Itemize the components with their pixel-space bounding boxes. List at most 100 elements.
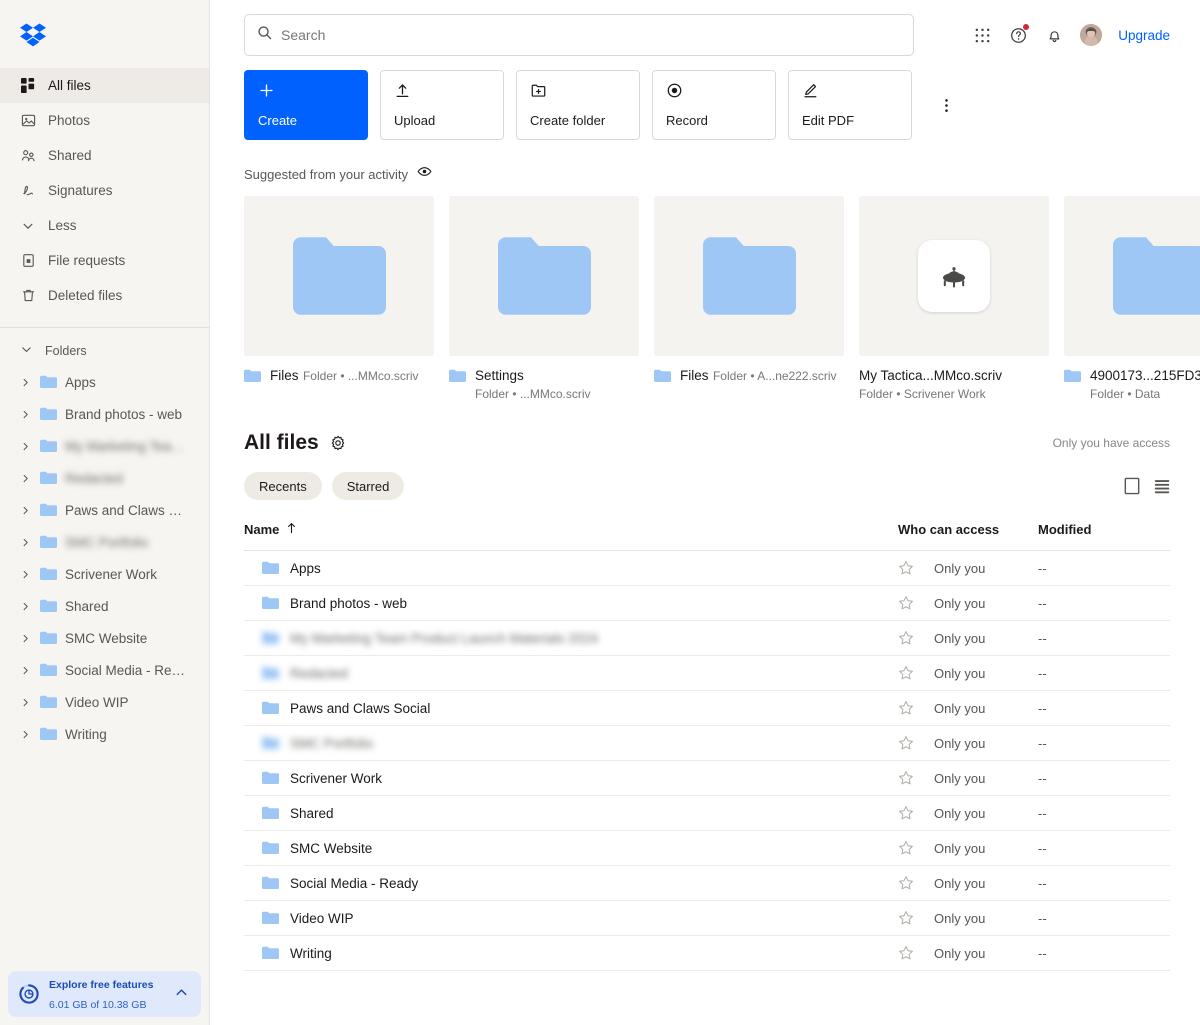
table-row[interactable]: Shared Only you -- — [244, 796, 1170, 831]
suggested-card[interactable]: Settings Folder • ...MMco.scriv — [449, 196, 639, 403]
star-icon[interactable] — [898, 700, 934, 716]
folders-group-header[interactable]: Folders — [0, 336, 209, 366]
sidebar-folder-writing[interactable]: Writing — [0, 718, 209, 750]
table-row[interactable]: Brand photos - web Only you -- — [244, 586, 1170, 621]
record-button[interactable]: Record — [652, 70, 776, 140]
dropbox-logo-icon[interactable] — [20, 21, 46, 47]
suggested-card[interactable]: 4900173...215FD38 Folder • Data — [1064, 196, 1200, 403]
column-header-access[interactable]: Who can access — [898, 522, 1038, 537]
star-icon[interactable] — [898, 630, 934, 646]
upgrade-link[interactable]: Upgrade — [1118, 28, 1170, 43]
chevron-right-icon[interactable] — [18, 569, 32, 580]
row-access-cell: Only you — [934, 630, 986, 646]
sidebar-folder-redacted-1[interactable]: My Marketing Team Product Launch — [0, 430, 209, 462]
sort-ascending-icon — [286, 522, 297, 537]
chevron-right-icon[interactable] — [18, 537, 32, 548]
chevron-right-icon[interactable] — [18, 377, 32, 388]
sidebar-folder-scrivener-work[interactable]: Scrivener Work — [0, 558, 209, 590]
star-icon[interactable] — [898, 560, 934, 576]
sidebar-folder-paws-and-claws-social[interactable]: Paws and Claws Soc... — [0, 494, 209, 526]
edit-pdf-button[interactable]: Edit PDF — [788, 70, 912, 140]
chevron-right-icon[interactable] — [18, 601, 32, 612]
folder-icon — [40, 503, 57, 517]
table-row[interactable]: Apps Only you -- — [244, 551, 1170, 586]
sidebar-folder-social-media-ready[interactable]: Social Media - Ready — [0, 654, 209, 686]
list-view-icon[interactable] — [1154, 478, 1170, 494]
table-row[interactable]: Social Media - Ready Only you -- — [244, 866, 1170, 901]
table-row[interactable]: Writing Only you -- — [244, 936, 1170, 971]
eye-icon[interactable] — [417, 164, 432, 184]
star-icon[interactable] — [898, 595, 934, 611]
sidebar-folder-smc-website[interactable]: SMC Website — [0, 622, 209, 654]
row-modified-cell: -- — [1038, 630, 1047, 646]
sidebar-item-signatures[interactable]: Signatures — [0, 173, 209, 208]
table-row[interactable]: Paws and Claws Social Only you -- — [244, 691, 1170, 726]
card-meta: My Tactica...MMco.scriv Folder • Scriven… — [859, 356, 1049, 403]
card-subtitle: Folder • A...ne222.scriv — [712, 369, 837, 383]
sidebar-item-deleted-files[interactable]: Deleted files — [0, 278, 209, 313]
kebab-menu-icon[interactable] — [934, 93, 958, 117]
star-icon[interactable] — [898, 665, 934, 681]
create-folder-button[interactable]: Create folder — [516, 70, 640, 140]
sidebar-folder-redacted-2[interactable]: Redacted — [0, 462, 209, 494]
chevron-right-icon[interactable] — [18, 441, 32, 452]
row-access-cell: Only you — [934, 665, 986, 681]
star-icon[interactable] — [898, 910, 934, 926]
chevron-right-icon[interactable] — [18, 665, 32, 676]
row-access-cell: Only you — [934, 945, 986, 961]
suggested-card[interactable]: My Tactica...MMco.scriv Folder • Scriven… — [859, 196, 1049, 403]
gear-icon[interactable] — [330, 435, 346, 451]
row-modified-cell: -- — [1038, 665, 1047, 681]
star-icon[interactable] — [898, 945, 934, 961]
sidebar-folder-video-wip[interactable]: Video WIP — [0, 686, 209, 718]
star-icon[interactable] — [898, 770, 934, 786]
create-button[interactable]: Create — [244, 70, 368, 140]
star-icon[interactable] — [898, 840, 934, 856]
grid-view-icon[interactable] — [1124, 477, 1140, 495]
suggested-card[interactable]: Files Folder • A...ne222.scriv — [654, 196, 844, 403]
chevron-right-icon[interactable] — [18, 697, 32, 708]
sidebar-folder-redacted-3[interactable]: SMC Portfolio — [0, 526, 209, 558]
sidebar-folder-brand-photos-web[interactable]: Brand photos - web — [0, 398, 209, 430]
table-row[interactable]: My Marketing Team Product Launch Materia… — [244, 621, 1170, 656]
storage-upsell-card[interactable]: Explore free features 6.01 GB of 10.38 G… — [8, 971, 201, 1017]
sidebar-item-shared[interactable]: Shared — [0, 138, 209, 173]
chip-recents[interactable]: Recents — [244, 472, 322, 500]
suggested-card[interactable]: Files Folder • ...MMco.scriv — [244, 196, 434, 403]
row-name-cell: Redacted — [244, 666, 348, 681]
table-row[interactable]: Redacted Only you -- — [244, 656, 1170, 691]
help-icon[interactable] — [1008, 24, 1030, 45]
chevron-right-icon[interactable] — [18, 409, 32, 420]
sidebar-item-less[interactable]: Less — [0, 208, 209, 243]
table-row[interactable]: SMC Portfolio Only you -- — [244, 726, 1170, 761]
star-icon[interactable] — [898, 805, 934, 821]
create-button-label: Create — [258, 113, 298, 128]
search-input[interactable] — [281, 27, 901, 43]
sidebar-folder-apps[interactable]: Apps — [0, 366, 209, 398]
column-header-modified[interactable]: Modified — [1038, 522, 1170, 537]
user-avatar[interactable] — [1080, 24, 1103, 46]
apps-grid-icon[interactable] — [972, 25, 992, 45]
sidebar-folder-shared[interactable]: Shared — [0, 590, 209, 622]
sidebar-item-file-requests[interactable]: File requests — [0, 243, 209, 278]
upload-button[interactable]: Upload — [380, 70, 504, 140]
column-header-name[interactable]: Name — [244, 522, 297, 537]
row-name-label: Paws and Claws Social — [290, 700, 431, 716]
search-bar[interactable] — [244, 14, 914, 56]
chip-starred[interactable]: Starred — [331, 472, 405, 500]
chevron-up-icon[interactable] — [174, 985, 191, 1004]
sidebar: All files Photos Shared Signatures Less … — [0, 0, 210, 1025]
sidebar-item-photos[interactable]: Photos — [0, 103, 209, 138]
table-row[interactable]: Video WIP Only you -- — [244, 901, 1170, 936]
table-row[interactable]: Scrivener Work Only you -- — [244, 761, 1170, 796]
chevron-right-icon[interactable] — [18, 505, 32, 516]
table-row[interactable]: SMC Website Only you -- — [244, 831, 1170, 866]
files-table: Name Who can access Modified Apps Only y… — [210, 500, 1200, 971]
chevron-right-icon[interactable] — [18, 729, 32, 740]
chevron-right-icon[interactable] — [18, 473, 32, 484]
sidebar-item-all-files[interactable]: All files — [0, 68, 209, 103]
bell-icon[interactable] — [1044, 25, 1064, 45]
star-icon[interactable] — [898, 875, 934, 891]
star-icon[interactable] — [898, 735, 934, 751]
chevron-right-icon[interactable] — [18, 633, 32, 644]
